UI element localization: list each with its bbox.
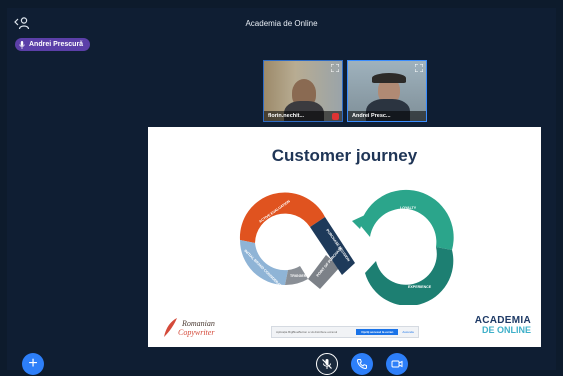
webcam-tile-florin[interactable]: florin.nechit... [263,60,343,122]
presenter-name: Andrei Prescură [29,41,84,48]
presentation-slide: Customer journey ACTIVE EVALUATION INITI… [148,127,541,347]
meeting-title: Academia de Online [245,19,318,28]
label-loyalty: LOYALTY [400,206,417,210]
webcam-strip: florin.nechit... Andrei Presc... [263,60,427,122]
logo-right-line2: DE ONLINE [481,325,531,335]
mic-muted-icon [322,359,332,369]
academia-de-online-logo: ACADEMIA DE ONLINE [475,315,531,335]
logo-left-line1: Romanian [182,319,215,328]
segment-initial-consideration [240,240,288,285]
leave-audio-button[interactable] [351,353,373,375]
romanian-copywriter-logo: Romanian Copywriter [158,317,228,341]
stop-sharing-button[interactable]: Opriți accesul la ecran [356,329,399,335]
customer-journey-diagram: ACTIVE EVALUATION INITIAL BRAND CONSIDER… [239,189,454,305]
hide-share-bar-button[interactable]: Ascunde [402,330,414,334]
mic-icon [19,40,25,49]
segment-active-evaluation [239,192,325,243]
phone-icon [356,359,367,370]
segment-experience [365,247,454,305]
expand-icon[interactable] [331,64,339,72]
slide-title: Customer journey [271,146,418,165]
camera-icon [391,360,403,368]
webcam-tile-andrei[interactable]: Andrei Presc... [347,60,427,122]
plus-icon: + [28,355,38,372]
expand-icon[interactable] [415,64,423,72]
add-action-button[interactable]: + [22,353,44,375]
share-bar-text: Aplicația BigBlueButton a vă distribuie … [276,330,338,334]
logo-left-line2: Copywriter [178,328,215,337]
recording-indicator-icon [332,113,339,120]
quill-icon [164,318,177,337]
mute-button[interactable] [316,353,338,375]
presenter-badge[interactable]: Andrei Prescură [15,38,91,51]
camera-button[interactable] [386,353,408,375]
label-experience: EXPERIENCE [408,285,432,289]
screen-share-bar: Aplicația BigBlueButton a vă distribuie … [271,326,419,338]
participant-name: Andrei Presc... [348,111,426,121]
participant-name: florin.nechit... [264,111,342,121]
segment-loyalty [360,189,454,250]
label-trigger: TRIGGER [290,274,307,278]
